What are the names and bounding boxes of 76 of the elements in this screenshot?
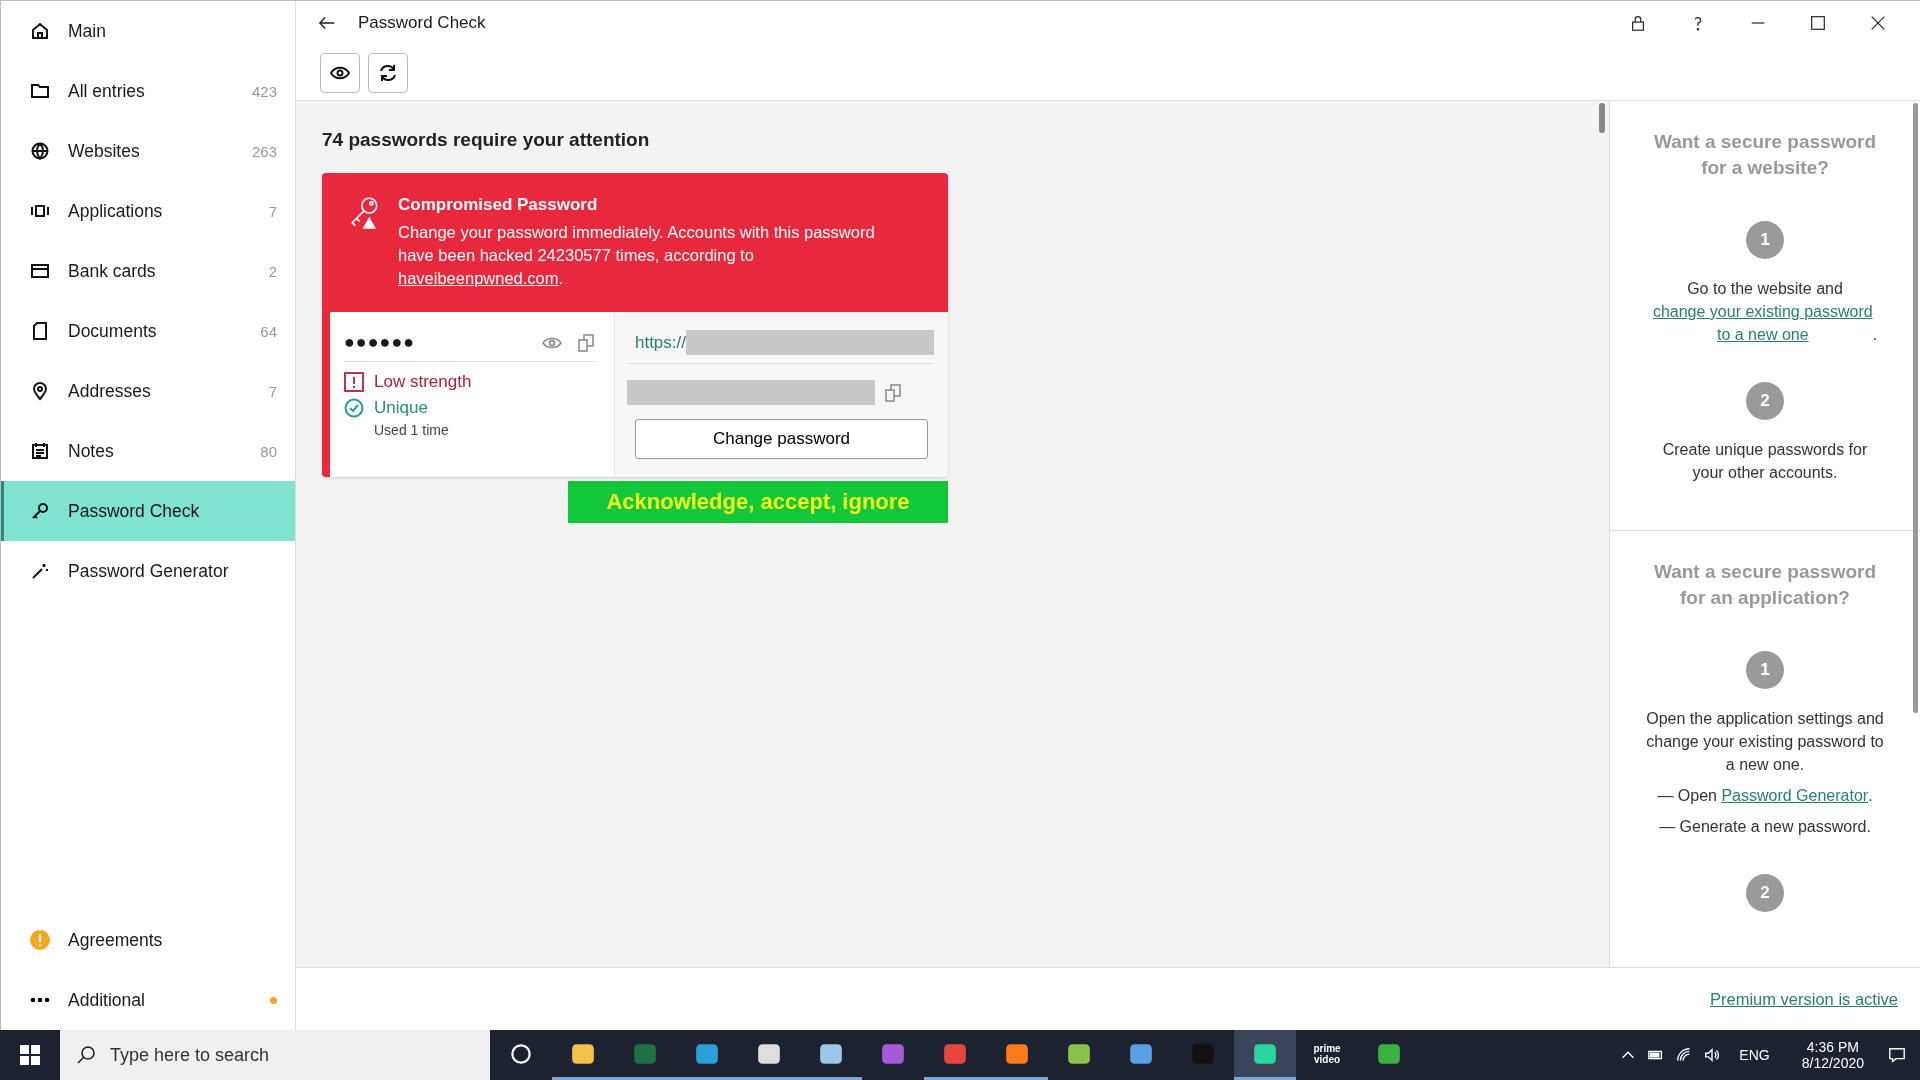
step-text: Open the application settings and change your existing password to a new one. bbox=[1646, 709, 1884, 775]
check-label: Unique bbox=[374, 398, 429, 418]
step-number: 1 bbox=[1746, 651, 1784, 689]
lock-icon[interactable] bbox=[1629, 14, 1647, 32]
maximize-icon[interactable] bbox=[1809, 14, 1827, 32]
language-indicator[interactable]: ENG bbox=[1739, 1047, 1770, 1063]
sidebar-item[interactable]: All entries 423 bbox=[1, 61, 295, 121]
sidebar-item[interactable]: Addresses 7 bbox=[1, 361, 295, 421]
entry-count: 80 bbox=[260, 442, 277, 460]
alert-title: Compromised Password bbox=[398, 195, 599, 215]
check-circle-icon bbox=[344, 398, 364, 418]
source-link[interactable]: haveibeenpwned.com bbox=[398, 269, 559, 287]
entry-count: 423 bbox=[251, 82, 277, 100]
sidebar-item[interactable]: Agreements bbox=[1, 910, 295, 970]
sidebar-item[interactable]: Additional bbox=[1, 970, 295, 1030]
sidebar-item[interactable]: Bank cards 2 bbox=[1, 241, 295, 301]
speaker-icon[interactable] bbox=[1703, 1046, 1722, 1064]
entry-count: 263 bbox=[251, 142, 277, 160]
url-text: https:// bbox=[634, 332, 686, 353]
tip-title: Want a secure password for an application? bbox=[1652, 560, 1878, 610]
exclamation-icon bbox=[344, 372, 364, 392]
refresh-icon bbox=[378, 62, 398, 83]
entry-count: 7 bbox=[268, 202, 277, 220]
copy-icon[interactable] bbox=[882, 382, 903, 403]
masked-password: ●●●●●● bbox=[344, 332, 417, 353]
taskbar-app[interactable]: prime video bbox=[1296, 1030, 1358, 1080]
sidebar-item[interactable]: Notes 80 bbox=[1, 421, 295, 481]
magic-wand-icon bbox=[30, 561, 50, 581]
step-text: — Open Password Generator. bbox=[1657, 784, 1873, 807]
windows-start-icon[interactable] bbox=[20, 1045, 40, 1065]
sidebar-item[interactable]: Main bbox=[1, 1, 295, 61]
search-icon bbox=[76, 1045, 96, 1065]
globe-icon bbox=[30, 141, 50, 161]
taskbar-clock[interactable]: 4:36 PM 8/12/2020 bbox=[1801, 1039, 1864, 1071]
check-label: Low strength bbox=[374, 372, 472, 392]
premium-link[interactable]: Premium version is active bbox=[1710, 989, 1898, 1009]
close-icon[interactable] bbox=[1869, 14, 1887, 32]
text-link[interactable]: Password Generator bbox=[1721, 784, 1869, 807]
step-text: Create unique passwords for your other accounts. bbox=[1661, 440, 1869, 483]
step-number: 2 bbox=[1746, 874, 1784, 912]
notifications-icon[interactable] bbox=[1888, 1046, 1906, 1064]
sidebar-item[interactable]: Applications 7 bbox=[1, 181, 295, 241]
change-password-button[interactable]: Change password bbox=[634, 419, 928, 459]
notes-icon bbox=[30, 441, 50, 461]
section-heading: 74 passwords require your attention bbox=[322, 129, 651, 151]
sidebar-item[interactable]: Password Generator bbox=[1, 541, 295, 601]
refresh-button[interactable] bbox=[368, 52, 408, 93]
warning-icon bbox=[30, 930, 50, 950]
step-text: Go to the website and change your existing password to a new one . bbox=[1646, 277, 1884, 346]
caption-banner: Acknowledge, accept, ignore bbox=[568, 481, 948, 523]
step-number: 2 bbox=[1746, 382, 1784, 420]
tip-title: Want a secure password for a website? bbox=[1652, 130, 1878, 180]
taskbar-search-field[interactable]: Type here to search bbox=[60, 1030, 490, 1080]
scrollbar[interactable] bbox=[1599, 103, 1605, 133]
show-passwords-button[interactable] bbox=[320, 52, 360, 93]
step-number: 1 bbox=[1746, 221, 1784, 259]
scrollbar[interactable] bbox=[1913, 103, 1918, 713]
step-text: — Generate a new password. bbox=[1659, 817, 1871, 837]
window-title: Password Check bbox=[358, 13, 486, 33]
sidebar-item[interactable]: Websites 263 bbox=[1, 121, 295, 181]
card-icon bbox=[30, 261, 50, 281]
more-icon bbox=[30, 997, 50, 1003]
notification-dot bbox=[270, 996, 277, 1004]
sidebar-item[interactable]: Documents 64 bbox=[1, 301, 295, 361]
home-icon bbox=[30, 21, 50, 41]
back-arrow-icon[interactable] bbox=[318, 14, 336, 32]
entry-count: 64 bbox=[260, 322, 277, 340]
sidebar-item[interactable]: Password Check bbox=[1, 481, 295, 541]
alert-message: Change your password immediately. Accounts with this password have been hacked 24230577 times, according to haveibeenpwned.com. bbox=[398, 222, 876, 289]
text-link[interactable]: change your existing password to a new one bbox=[1652, 300, 1873, 346]
entry-count: 7 bbox=[268, 382, 277, 400]
check-note: Used 1 time bbox=[374, 422, 449, 438]
entry-count: 2 bbox=[268, 262, 277, 280]
copy-icon[interactable] bbox=[575, 332, 596, 353]
document-icon bbox=[30, 321, 50, 341]
location-pin-icon bbox=[30, 381, 50, 401]
